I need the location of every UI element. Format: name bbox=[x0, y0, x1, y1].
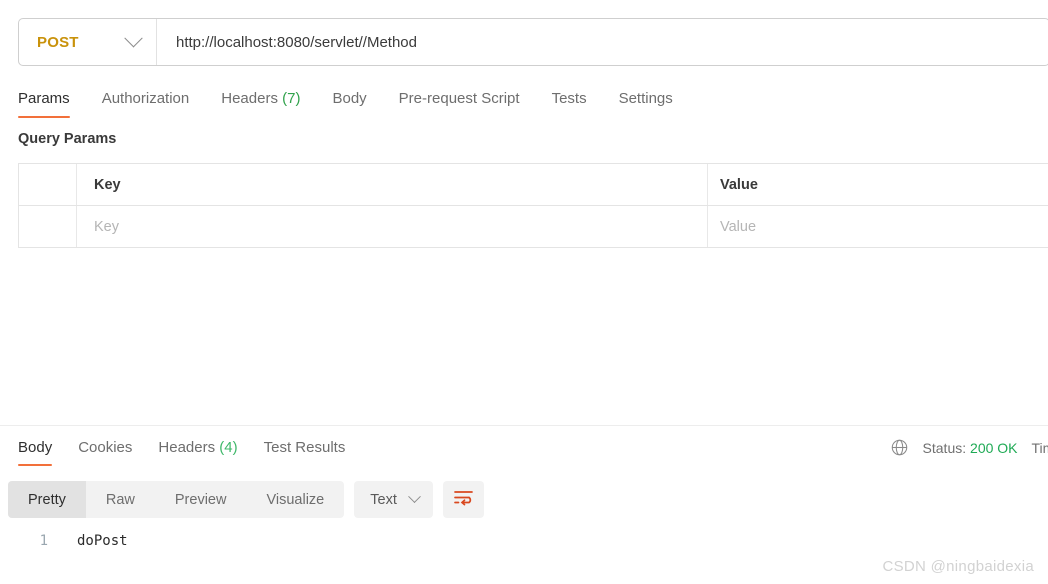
code-line: 1 doPost bbox=[0, 533, 1048, 558]
globe-icon bbox=[890, 438, 909, 457]
tab-settings-label: Settings bbox=[618, 90, 673, 107]
view-mode-raw-label: Raw bbox=[105, 491, 135, 508]
tab-tests[interactable]: Tests bbox=[552, 84, 587, 118]
tab-headers-label: Headers bbox=[221, 90, 278, 107]
response-section-divider bbox=[0, 425, 1048, 426]
response-tab-body-label: Body bbox=[18, 439, 53, 456]
header-key-cell: Key bbox=[77, 164, 708, 205]
view-mode-pretty-label: Pretty bbox=[28, 491, 66, 508]
view-mode-pretty[interactable]: Pretty bbox=[8, 481, 86, 518]
word-wrap-icon bbox=[453, 489, 474, 511]
view-mode-group: Pretty Raw Preview Visualize bbox=[8, 481, 345, 518]
time-label: Time: bbox=[1031, 439, 1048, 456]
tab-headers-count: (7) bbox=[282, 90, 301, 107]
chevron-down-icon bbox=[407, 490, 421, 504]
response-tab-headers-label: Headers bbox=[158, 439, 216, 456]
chevron-down-icon bbox=[124, 28, 143, 47]
line-number: 1 bbox=[39, 533, 48, 549]
table-row: Key Value bbox=[19, 206, 1048, 248]
tab-pre-request-script[interactable]: Pre-request Script bbox=[399, 84, 520, 118]
status-label: Status: bbox=[922, 439, 967, 456]
line-content: doPost bbox=[77, 533, 128, 549]
view-mode-preview[interactable]: Preview bbox=[155, 481, 247, 518]
header-value-cell: Value bbox=[720, 176, 758, 193]
response-tab-headers[interactable]: Headers (4) bbox=[158, 434, 237, 466]
query-params-title: Query Params bbox=[18, 131, 117, 147]
tab-headers[interactable]: Headers (7) bbox=[221, 84, 300, 118]
url-input[interactable]: http://localhost:8080/servlet//Method bbox=[157, 19, 1048, 65]
response-tab-bar: Body Cookies Headers (4) Test Results bbox=[8, 434, 371, 466]
watermark: CSDN @ningbaidexia bbox=[882, 558, 1034, 575]
table-header-row: Key Value bbox=[19, 164, 1048, 206]
response-tab-cookies-label: Cookies bbox=[78, 439, 133, 456]
tab-authorization[interactable]: Authorization bbox=[102, 84, 190, 118]
row-checkbox-cell[interactable] bbox=[19, 206, 77, 247]
header-checkbox-cell bbox=[19, 164, 77, 205]
word-wrap-toggle[interactable] bbox=[442, 481, 484, 518]
tab-body-label: Body bbox=[332, 90, 367, 107]
tab-settings[interactable]: Settings bbox=[619, 84, 673, 118]
view-mode-visualize[interactable]: Visualize bbox=[246, 481, 344, 518]
row-value-input[interactable]: Value bbox=[708, 206, 1048, 247]
view-mode-visualize-label: Visualize bbox=[266, 491, 325, 508]
response-format-select[interactable]: Text bbox=[354, 481, 433, 518]
response-view-toolbar: Pretty Raw Preview Visualize Text bbox=[8, 481, 484, 518]
response-format-value: Text bbox=[370, 491, 397, 508]
http-method-label: POST bbox=[37, 33, 79, 51]
response-tab-cookies[interactable]: Cookies bbox=[78, 434, 132, 466]
tab-pre-request-script-label: Pre-request Script bbox=[398, 90, 520, 107]
view-mode-raw[interactable]: Raw bbox=[86, 481, 155, 518]
status-text-group[interactable]: Status: 200 OK bbox=[923, 440, 1018, 456]
tab-authorization-label: Authorization bbox=[101, 90, 190, 107]
row-key-input[interactable]: Key bbox=[77, 206, 708, 247]
tab-params[interactable]: Params bbox=[18, 84, 70, 118]
query-params-table: Key Value Key Value bbox=[18, 163, 1048, 248]
response-tab-test-results-label: Test Results bbox=[263, 439, 346, 456]
tab-body[interactable]: Body bbox=[332, 84, 366, 118]
tab-params-label: Params bbox=[18, 90, 70, 107]
tab-tests-label: Tests bbox=[551, 90, 587, 107]
response-status-area: Status: 200 OK Time: bbox=[890, 438, 1048, 457]
request-tab-bar: Params Authorization Headers (7) Body Pr… bbox=[18, 84, 705, 118]
response-tab-test-results[interactable]: Test Results bbox=[264, 434, 346, 466]
response-tab-body[interactable]: Body bbox=[18, 434, 53, 466]
view-mode-preview-label: Preview bbox=[174, 491, 227, 508]
request-url-bar: POST http://localhost:8080/servlet//Meth… bbox=[18, 18, 1048, 66]
response-tab-headers-count: (4) bbox=[219, 439, 238, 456]
status-code: 200 OK bbox=[970, 439, 1018, 456]
http-method-select[interactable]: POST bbox=[19, 19, 157, 65]
